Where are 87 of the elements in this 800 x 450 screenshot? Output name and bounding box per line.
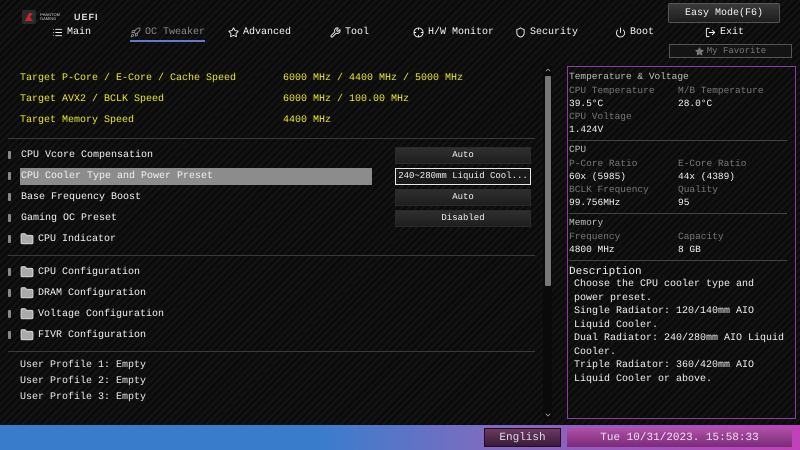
menu-tab[interactable]: Exit (705, 24, 744, 42)
logo-icon (22, 10, 36, 24)
shield-icon (515, 26, 526, 38)
field-value: 39.5°C (569, 98, 604, 111)
setting-label[interactable]: DRAM Configuration (37, 284, 146, 302)
my-favorite-button[interactable]: My Favorite (669, 44, 792, 58)
target-value: 6000 MHz / 100.00 MHz (283, 94, 410, 105)
folder-icon (20, 328, 34, 342)
wrench-icon (330, 26, 341, 38)
bullet-marker (8, 268, 11, 276)
bullet-marker (8, 214, 11, 222)
description-text: Choose the CPU cooler type and power preset. (574, 278, 756, 305)
language-button[interactable]: English (484, 428, 561, 447)
setting-label[interactable]: Voltage Configuration (37, 306, 164, 322)
setting-label[interactable]: CPU Vcore Compensation (20, 146, 154, 164)
field-value: 8 GB (678, 244, 702, 257)
field-label: E-Core Ratio (678, 158, 748, 171)
field-label: P-Core Ratio (569, 158, 638, 171)
setting-label[interactable]: Base Frequency Boost (20, 188, 142, 206)
section-title: Memory (569, 217, 604, 230)
field-value: 99.756MHz (569, 197, 622, 210)
target-label: Target AVX2 / BCLK Speed (20, 94, 166, 105)
menu-tab[interactable]: Tool (330, 24, 370, 42)
menu-tab[interactable]: Security (515, 24, 578, 42)
rocket-icon (130, 26, 141, 38)
bullet-marker (8, 235, 11, 243)
bullet-marker (8, 151, 11, 159)
menu-tab[interactable]: Boot (615, 24, 654, 42)
menu-tab[interactable]: Main (52, 24, 92, 42)
field-label: M/B Temperature (678, 85, 765, 98)
exit-icon (705, 26, 716, 38)
field-value: 28.0°C (678, 98, 714, 111)
setting-label[interactable]: FIVR Configuration (37, 326, 146, 344)
scrollbar[interactable] (543, 66, 552, 419)
field-value: 4800 MHz (569, 244, 616, 257)
star-icon (694, 46, 704, 56)
setting-value-button[interactable]: Disabled (395, 210, 531, 226)
crosshair-icon (413, 26, 424, 38)
date-time: Tue 10/31/2023. 15:58:33 (567, 428, 792, 447)
field-label: CPU Temperature (569, 85, 656, 98)
bullet-marker (8, 193, 11, 201)
section-title: CPU (569, 144, 588, 157)
list-icon (52, 26, 63, 38)
bullet-marker (8, 289, 11, 297)
easy-mode-button[interactable]: Easy Mode(F6) (668, 3, 780, 23)
field-label: Frequency (569, 231, 622, 244)
field-value: 44x (4389) (678, 171, 736, 184)
scroll-down-icon[interactable] (544, 411, 552, 419)
description-text: Triple Radiator: 360/420mm AIO Liquid Cooler or above. (574, 359, 756, 386)
description-text: Dual Radiator: 240/280mm AIO Liquid Cooler. (574, 332, 786, 359)
user-profile-text: User Profile 3: Empty (20, 392, 148, 405)
bullet-marker (8, 310, 11, 318)
target-label: Target P-Core / E-Core / Cache Speed (20, 73, 238, 84)
product-name: UEFI (74, 12, 99, 22)
folder-icon (20, 232, 34, 246)
description-title: Description (569, 266, 643, 278)
field-label: CPU Voltage (569, 111, 633, 124)
target-value: 6000 MHz / 4400 MHz / 5000 MHz (283, 73, 464, 84)
target-value: 4400 MHz (283, 115, 332, 126)
folder-icon (20, 307, 34, 321)
scroll-up-icon[interactable] (544, 66, 552, 74)
folder-icon (20, 265, 34, 279)
setting-label[interactable]: Gaming OC Preset (20, 210, 118, 226)
menu-tab[interactable]: H/W Monitor (413, 24, 494, 42)
bullet-marker (8, 331, 11, 339)
user-profile-text: User Profile 1: Empty (20, 360, 148, 373)
description-text: Single Radiator: 120/140mm AIO Liquid Cooler. (574, 305, 756, 332)
folder-icon (20, 286, 34, 300)
target-label: Target Memory Speed (20, 115, 136, 126)
section-title: Temperature & Voltage (569, 71, 690, 84)
setting-value-button[interactable]: Auto (395, 188, 531, 206)
field-value: 60x (5985) (569, 171, 628, 184)
menu-tab[interactable]: OC Tweaker (130, 24, 206, 42)
user-profile-text: User Profile 2: Empty (20, 376, 148, 389)
star-icon (228, 26, 239, 38)
power-icon (615, 26, 626, 38)
field-label: Capacity (678, 231, 725, 244)
field-label: BCLK Frequency (569, 184, 650, 197)
setting-value-button[interactable]: Auto (395, 146, 531, 164)
setting-label[interactable]: CPU Indicator (37, 230, 116, 248)
setting-label[interactable]: CPU Configuration (37, 264, 140, 280)
field-label: Quality (678, 184, 719, 197)
bullet-marker (8, 172, 11, 180)
menu-tab[interactable]: Advanced (228, 24, 292, 42)
field-value: 95 (678, 197, 690, 210)
setting-value-button[interactable]: 240~280mm Liquid Cool... (395, 168, 531, 184)
field-value: 1.424V (569, 124, 604, 137)
